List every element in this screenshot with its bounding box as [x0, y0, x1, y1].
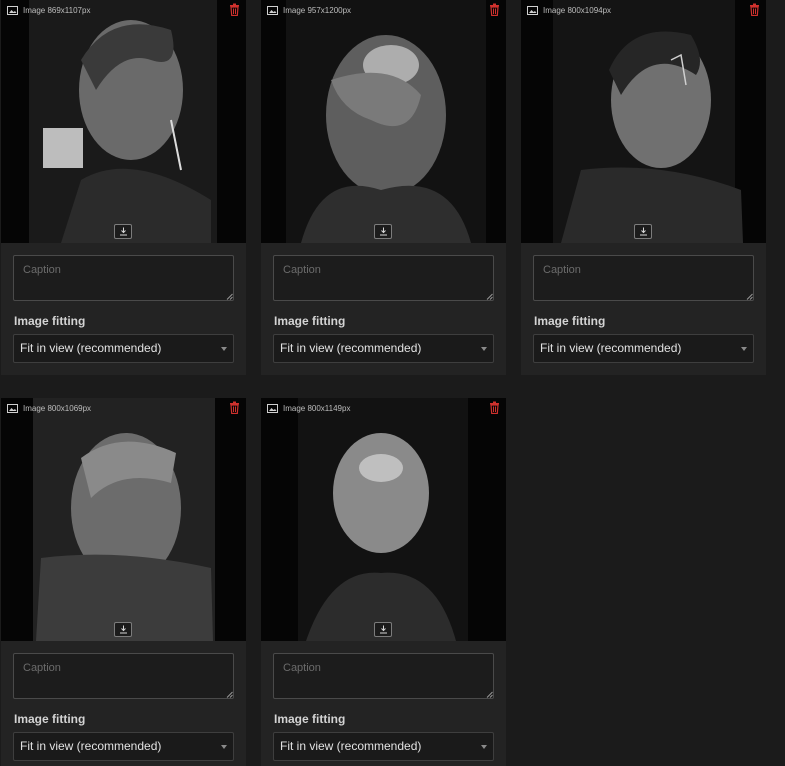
- image-icon: [7, 5, 18, 15]
- image-fitting-select[interactable]: Fit in view (recommended): [13, 334, 234, 363]
- portrait-image: [33, 398, 215, 641]
- portrait-image: [553, 0, 743, 243]
- portrait-image: [298, 398, 468, 641]
- trash-icon[interactable]: [749, 3, 760, 16]
- image-icon: [7, 403, 18, 413]
- trash-icon[interactable]: [229, 401, 240, 414]
- image-fitting-select[interactable]: Fit in view (recommended): [273, 732, 494, 761]
- image-card: Image 800x1094px Image fitting Fit in vi…: [521, 0, 766, 375]
- image-fitting-label: Image fitting: [274, 314, 346, 328]
- image-dimensions: Image 800x1149px: [283, 403, 351, 413]
- image-dimensions: Image 800x1069px: [23, 403, 92, 413]
- image-dimensions: Image 869x1107px: [23, 5, 91, 15]
- download-button[interactable]: [374, 224, 392, 239]
- caption-input[interactable]: [13, 255, 234, 301]
- card-header: Image 800x1069px: [1, 398, 246, 418]
- image-fitting-label: Image fitting: [534, 314, 606, 328]
- card-header: Image 957x1200px: [261, 0, 506, 20]
- chevron-down-icon: [221, 347, 227, 351]
- image-preview[interactable]: Image 957x1200px: [261, 0, 506, 243]
- download-button[interactable]: [114, 224, 132, 239]
- caption-input[interactable]: [13, 653, 234, 699]
- image-icon: [527, 5, 538, 15]
- chevron-down-icon: [741, 347, 747, 351]
- chevron-down-icon: [221, 745, 227, 749]
- image-fitting-value: Fit in view (recommended): [20, 739, 162, 753]
- image-fitting-value: Fit in view (recommended): [540, 341, 682, 355]
- image-card: Image 800x1149px Image fitting Fit in vi…: [261, 398, 506, 766]
- caption-input[interactable]: [533, 255, 754, 301]
- caption-input[interactable]: [273, 653, 494, 699]
- image-fitting-label: Image fitting: [14, 712, 86, 726]
- image-preview[interactable]: Image 869x1107px: [1, 0, 246, 243]
- image-fitting-value: Fit in view (recommended): [280, 739, 422, 753]
- image-fitting-select[interactable]: Fit in view (recommended): [273, 334, 494, 363]
- download-button[interactable]: [374, 622, 392, 637]
- image-fitting-label: Image fitting: [14, 314, 86, 328]
- trash-icon[interactable]: [229, 3, 240, 16]
- trash-icon[interactable]: [489, 3, 500, 16]
- caption-input[interactable]: [273, 255, 494, 301]
- download-icon: [379, 227, 387, 236]
- image-card: Image 800x1069px Image fitting Fit in vi…: [1, 398, 246, 766]
- card-header: Image 869x1107px: [1, 0, 246, 20]
- card-header: Image 800x1094px: [521, 0, 766, 20]
- image-preview[interactable]: Image 800x1094px: [521, 0, 766, 243]
- download-icon: [119, 625, 127, 634]
- card-header: Image 800x1149px: [261, 398, 506, 418]
- image-preview[interactable]: Image 800x1069px: [1, 398, 246, 641]
- image-fitting-label: Image fitting: [274, 712, 346, 726]
- image-dimensions: Image 957x1200px: [283, 5, 352, 15]
- image-icon: [267, 403, 278, 413]
- chevron-down-icon: [481, 347, 487, 351]
- image-dimensions: Image 800x1094px: [543, 5, 612, 15]
- download-button[interactable]: [114, 622, 132, 637]
- image-fitting-select[interactable]: Fit in view (recommended): [533, 334, 754, 363]
- download-icon: [119, 227, 127, 236]
- portrait-image: [286, 0, 486, 243]
- image-fitting-value: Fit in view (recommended): [280, 341, 422, 355]
- image-fitting-select[interactable]: Fit in view (recommended): [13, 732, 234, 761]
- download-icon: [639, 227, 647, 236]
- portrait-image: [29, 0, 217, 243]
- download-icon: [379, 625, 387, 634]
- chevron-down-icon: [481, 745, 487, 749]
- image-card: Image 869x1107px Image fitting Fit in vi…: [1, 0, 246, 375]
- image-preview[interactable]: Image 800x1149px: [261, 398, 506, 641]
- trash-icon[interactable]: [489, 401, 500, 414]
- image-icon: [267, 5, 278, 15]
- image-card: Image 957x1200px Image fitting Fit in vi…: [261, 0, 506, 375]
- download-button[interactable]: [634, 224, 652, 239]
- image-fitting-value: Fit in view (recommended): [20, 341, 162, 355]
